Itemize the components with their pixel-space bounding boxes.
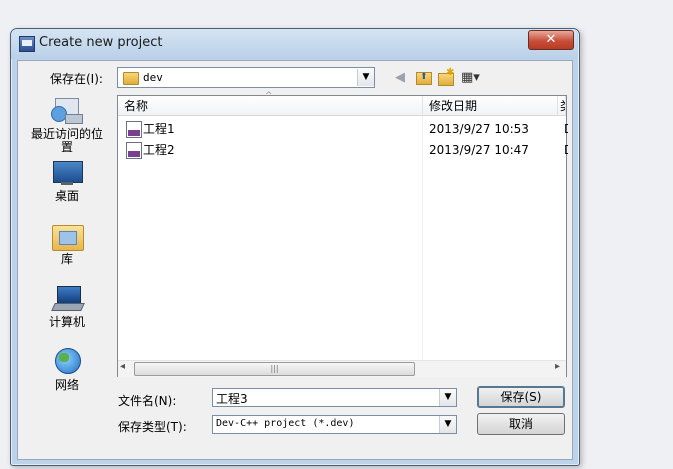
table-row[interactable]: 工程2 2013/9/27 10:47 D [122,140,568,160]
filename-value: 工程3 [216,392,248,406]
filetype-value: Dev-C++ project (*.dev) [216,418,355,429]
save-in-combo[interactable]: dev ▼ [117,67,375,88]
chevron-down-icon[interactable]: ▼ [439,416,456,433]
place-recent-places[interactable]: 最近访问的位置 [27,96,107,154]
place-label: 桌面 [54,189,79,203]
dev-file-icon [126,121,142,138]
app-icon [19,36,35,52]
place-libraries[interactable]: 库 [27,221,107,266]
place-network[interactable]: 网络 [27,347,107,392]
file-modified: 2013/9/27 10:53 [429,122,529,136]
cancel-button[interactable]: 取消 [477,413,565,435]
sort-ascending-icon: ^ [265,91,273,101]
chevron-down-icon[interactable]: ▼ [439,389,456,406]
computer-icon [51,284,85,314]
save-button[interactable]: 保存(S) [477,386,565,408]
filetype-select[interactable]: Dev-C++ project (*.dev) ▼ [212,415,457,434]
close-button[interactable]: ✕ [528,30,574,50]
filetype-label: 保存类型(T): [118,420,187,434]
save-in-value: dev [143,71,163,84]
libraries-icon [51,221,84,251]
scroll-right-icon[interactable]: ▸ [555,361,560,372]
views-menu-icon[interactable]: ▦▾ [461,70,489,86]
table-row[interactable]: 工程1 2013/9/27 10:53 D [122,119,568,139]
window-title: Create new project [39,35,163,50]
folder-icon [123,72,139,85]
column-header-modified[interactable]: 修改日期 [423,96,558,116]
filename-input[interactable]: 工程3 ▼ [212,388,457,407]
place-computer[interactable]: 计算机 [27,284,107,329]
back-icon[interactable]: ◀ [395,70,409,86]
column-header-type[interactable]: 类 [558,96,566,116]
recent-places-icon [51,96,83,126]
save-in-label: 保存在(I): [50,72,103,86]
filename-label: 文件名(N): [118,394,177,408]
network-icon [51,347,83,377]
scroll-left-icon[interactable]: ◂ [120,361,125,372]
dev-file-icon [126,142,142,159]
file-modified: 2013/9/27 10:47 [429,143,529,157]
place-label: 网络 [54,378,79,392]
file-type: D [564,119,568,139]
file-type: D [564,140,568,160]
chevron-down-icon[interactable]: ▼ [357,69,374,86]
scrollbar-thumb[interactable]: ||| [134,362,415,376]
desktop-icon [51,158,83,188]
up-folder-icon[interactable]: ⬆ [416,70,432,86]
place-label: 库 [60,252,73,266]
file-name: 工程1 [143,122,175,136]
place-label: 计算机 [48,315,85,329]
file-name: 工程2 [143,143,175,157]
place-label: 最近访问的位置 [30,127,103,154]
place-desktop[interactable]: 桌面 [27,158,107,203]
new-folder-icon[interactable]: ✱ [438,67,456,86]
